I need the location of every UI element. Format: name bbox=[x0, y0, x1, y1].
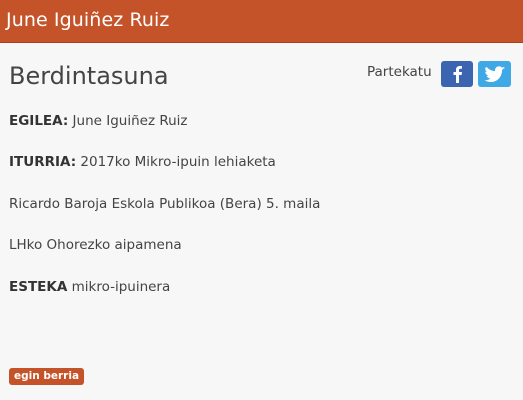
source-label: ITURRIA: bbox=[9, 154, 77, 170]
new-badge[interactable]: egin berria bbox=[9, 368, 85, 385]
article-title: Berdintasuna bbox=[9, 62, 169, 90]
author-value: June Iguiñez Ruiz bbox=[72, 113, 188, 129]
school-line: Ricardo Baroja Eskola Publikoa (Bera) 5.… bbox=[9, 196, 321, 212]
header-title[interactable]: June Iguiñez Ruiz bbox=[6, 9, 170, 31]
source-value: 2017ko Mikro-ipuin lehiaketa bbox=[80, 154, 276, 170]
author-label: EGILEA: bbox=[9, 113, 69, 129]
share-label: Partekatu bbox=[367, 64, 432, 80]
facebook-icon bbox=[453, 66, 462, 83]
story-link[interactable]: mikro-ipuinera bbox=[72, 279, 171, 295]
award-line: LHko Ohorezko aipamena bbox=[9, 237, 182, 253]
facebook-share-button[interactable] bbox=[441, 61, 473, 87]
link-label: ESTEKA bbox=[9, 279, 68, 295]
author-line: EGILEA: June Iguiñez Ruiz bbox=[9, 113, 188, 129]
source-line: ITURRIA: 2017ko Mikro-ipuin lehiaketa bbox=[9, 154, 276, 170]
link-line: ESTEKA mikro-ipuinera bbox=[9, 279, 170, 295]
twitter-share-button[interactable] bbox=[478, 61, 511, 87]
top-bar: June Iguiñez Ruiz bbox=[0, 0, 523, 43]
twitter-icon bbox=[484, 65, 505, 82]
